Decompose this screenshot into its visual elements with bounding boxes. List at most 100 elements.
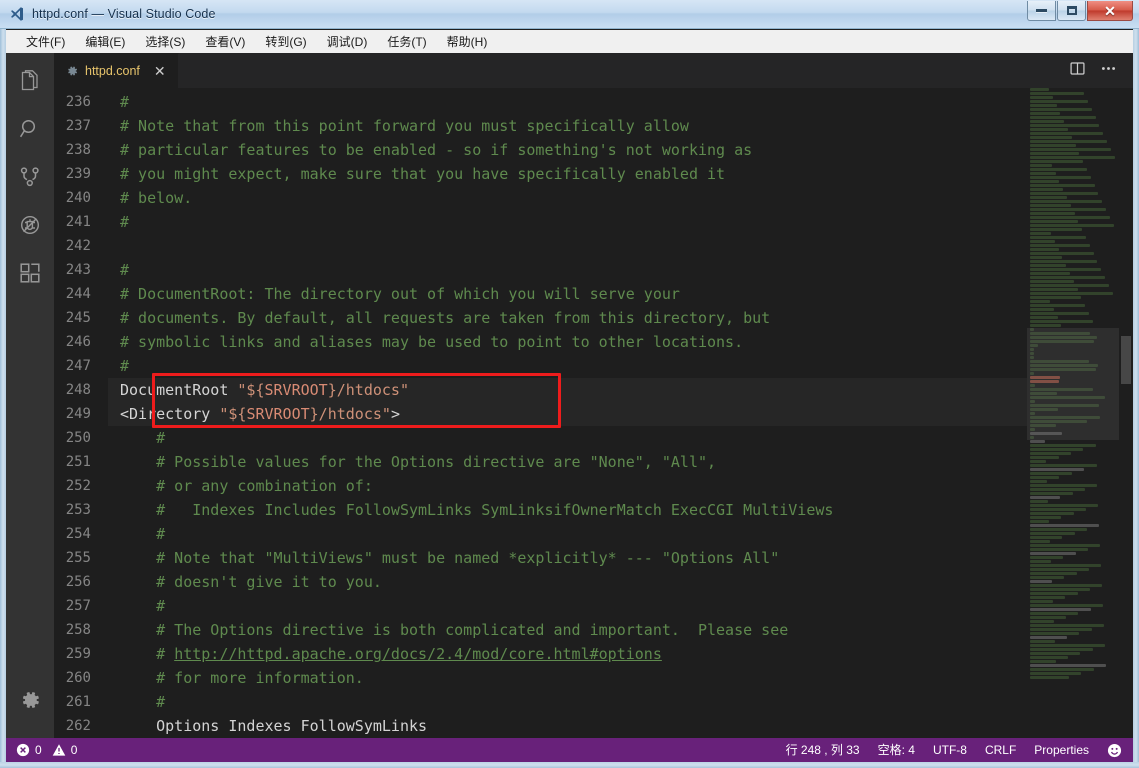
- line-number: 243: [65, 262, 91, 278]
- vertical-scrollbar-thumb[interactable]: [1121, 336, 1131, 384]
- code-line[interactable]: # The Options directive is both complica…: [108, 618, 1027, 642]
- minimap-line: [1030, 452, 1071, 455]
- menu-file[interactable]: 文件(F): [16, 30, 75, 54]
- minimap-line: [1030, 312, 1089, 315]
- code-token: <Directory: [120, 405, 220, 423]
- code-line[interactable]: # or any combination of:: [108, 474, 1027, 498]
- code-line[interactable]: #: [108, 210, 1027, 234]
- warning-count: 0: [70, 743, 78, 757]
- code-line[interactable]: # Note that "MultiViews" must be named *…: [108, 546, 1027, 570]
- vertical-scrollbar[interactable]: [1119, 88, 1133, 762]
- menu-help[interactable]: 帮助(H): [437, 30, 498, 54]
- code-line[interactable]: Options Indexes FollowSymLinks: [108, 714, 1027, 738]
- code-line[interactable]: # you might expect, make sure that you h…: [108, 162, 1027, 186]
- code-token: # or any combination of:: [120, 477, 373, 495]
- line-number: 259: [65, 646, 91, 662]
- line-number: 250: [65, 430, 91, 446]
- minimap-line: [1030, 516, 1062, 519]
- minimap-line: [1030, 308, 1054, 311]
- code-line[interactable]: <Directory "${SRVROOT}/htdocs">: [108, 402, 1027, 426]
- tab-label: httpd.conf: [85, 64, 140, 78]
- code-token: # below.: [120, 189, 193, 207]
- code-line[interactable]: # Possible values for the Options direct…: [108, 450, 1027, 474]
- code-token: # doesn't give it to you.: [120, 573, 382, 591]
- code-line[interactable]: #: [108, 690, 1027, 714]
- minimap-line: [1030, 212, 1075, 215]
- line-number: 255: [65, 550, 91, 566]
- minimap-line: [1030, 648, 1093, 651]
- code-line[interactable]: # documents. By default, all requests ar…: [108, 306, 1027, 330]
- maximize-button[interactable]: [1057, 1, 1086, 21]
- code-editor[interactable]: 236 237 238 239 240 241 242 243 244 245 246 247 248 2…: [54, 88, 1133, 762]
- code-line[interactable]: #: [108, 522, 1027, 546]
- menu-tasks[interactable]: 任务(T): [377, 30, 436, 54]
- menu-go[interactable]: 转到(G): [255, 30, 316, 54]
- vscode-workbench: httpd.conf ✕ 236 237 238 239 240 241 242…: [6, 53, 1133, 762]
- minimap-line: [1030, 596, 1066, 599]
- code-token: #: [120, 693, 166, 711]
- minimap-line: [1030, 536, 1063, 539]
- minimap-line: [1030, 528, 1087, 531]
- code-line[interactable]: #: [108, 258, 1027, 282]
- code-line[interactable]: # Indexes Includes FollowSymLinks SymLin…: [108, 498, 1027, 522]
- code-token: "${: [237, 381, 265, 399]
- feedback-smiley-icon[interactable]: [1098, 743, 1122, 758]
- code-line[interactable]: #: [108, 90, 1027, 114]
- minimap-line: [1030, 116, 1096, 119]
- indentation-status[interactable]: 空格: 4: [869, 738, 924, 762]
- more-actions-icon[interactable]: [1100, 60, 1117, 82]
- activity-source-control[interactable]: [6, 155, 54, 203]
- code-line[interactable]: # symbolic links and aliases may be used…: [108, 330, 1027, 354]
- code-content[interactable]: # # Note that from this point forward yo…: [108, 88, 1027, 762]
- vscode-icon: [9, 6, 25, 22]
- window-frame-bottom: [0, 762, 1139, 768]
- menu-debug[interactable]: 调试(D): [317, 30, 378, 54]
- activity-search[interactable]: [6, 107, 54, 155]
- minimap-line: [1030, 636, 1068, 639]
- tab-httpd-conf[interactable]: httpd.conf ✕: [54, 53, 179, 88]
- minimap-line: [1030, 496, 1061, 499]
- problems-status[interactable]: 0 0: [16, 738, 86, 762]
- cursor-position[interactable]: 行 248 , 列 33: [777, 738, 869, 762]
- menu-edit[interactable]: 编辑(E): [75, 30, 135, 54]
- code-line[interactable]: [108, 234, 1027, 258]
- minimap-line: [1030, 472, 1072, 475]
- split-editor-icon[interactable]: [1069, 60, 1086, 82]
- minimap-line: [1030, 176, 1091, 179]
- code-line[interactable]: #: [108, 426, 1027, 450]
- minimap-line: [1030, 584, 1103, 587]
- tab-close-icon[interactable]: ✕: [152, 64, 168, 78]
- minimap-line: [1030, 160, 1084, 163]
- code-line[interactable]: # Note that from this point forward you …: [108, 114, 1027, 138]
- menu-view[interactable]: 查看(V): [195, 30, 255, 54]
- activity-bar: [6, 53, 54, 762]
- code-line[interactable]: #: [108, 594, 1027, 618]
- minimap-line: [1030, 592, 1078, 595]
- minimap-line: [1030, 124, 1100, 127]
- close-button[interactable]: ✕: [1087, 1, 1133, 21]
- eol-status[interactable]: CRLF: [976, 738, 1025, 762]
- code-line[interactable]: # http://httpd.apache.org/docs/2.4/mod/c…: [108, 642, 1027, 666]
- activity-explorer[interactable]: [6, 59, 54, 107]
- minimap-line: [1030, 616, 1067, 619]
- code-token: # The Options directive is both complica…: [120, 621, 789, 639]
- minimize-button[interactable]: [1027, 1, 1056, 21]
- code-line[interactable]: # particular features to be enabled - so…: [108, 138, 1027, 162]
- minimap-slider[interactable]: [1027, 328, 1119, 440]
- minimap[interactable]: [1027, 88, 1119, 762]
- encoding-status[interactable]: UTF-8: [924, 738, 976, 762]
- code-line[interactable]: # below.: [108, 186, 1027, 210]
- activity-manage-settings[interactable]: [6, 678, 54, 726]
- code-line[interactable]: # for more information.: [108, 666, 1027, 690]
- error-count: 0: [35, 743, 42, 757]
- line-number: 256: [65, 574, 91, 590]
- language-mode-status[interactable]: Properties: [1025, 738, 1098, 762]
- code-line[interactable]: DocumentRoot "${SRVROOT}/htdocs": [108, 378, 1027, 402]
- minimap-line: [1030, 300, 1050, 303]
- code-line[interactable]: # doesn't give it to you.: [108, 570, 1027, 594]
- menu-selection[interactable]: 选择(S): [135, 30, 195, 54]
- activity-extensions[interactable]: [6, 251, 54, 299]
- activity-debug[interactable]: [6, 203, 54, 251]
- code-line[interactable]: #: [108, 354, 1027, 378]
- code-line[interactable]: # DocumentRoot: The directory out of whi…: [108, 282, 1027, 306]
